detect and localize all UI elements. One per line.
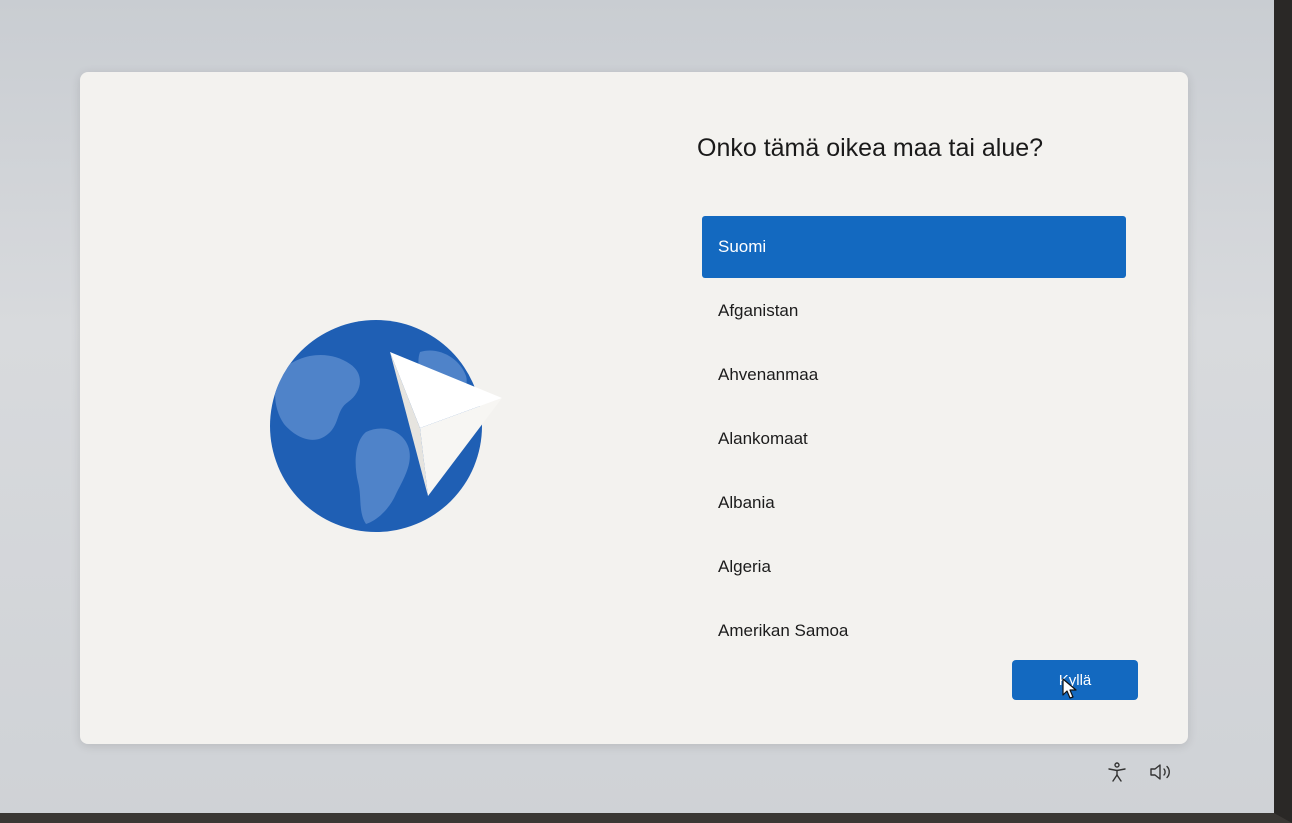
globe-with-paper-plane-icon <box>270 312 510 532</box>
country-item-afganistan[interactable]: Afganistan <box>702 280 1126 342</box>
country-list[interactable]: Suomi Afganistan Ahvenanmaa Alankomaat A… <box>702 216 1126 640</box>
country-item-ahvenanmaa[interactable]: Ahvenanmaa <box>702 344 1126 406</box>
page-title: Onko tämä oikea maa tai alue? <box>697 134 1044 162</box>
country-label: Amerikan Samoa <box>718 621 849 640</box>
accessibility-icon[interactable] <box>1106 760 1130 784</box>
country-label: Suomi <box>718 237 767 256</box>
setup-card: Onko tämä oikea maa tai alue? Suomi Afga… <box>80 72 1188 744</box>
country-item-albania[interactable]: Albania <box>702 472 1126 534</box>
country-item-algeria[interactable]: Algeria <box>702 536 1126 598</box>
country-label: Afganistan <box>718 301 799 320</box>
country-item-suomi[interactable]: Suomi <box>702 216 1126 278</box>
country-label: Albania <box>718 493 775 512</box>
mouse-pointer-icon <box>1062 678 1078 700</box>
country-item-amerikan-samoa[interactable]: Amerikan Samoa <box>702 600 1126 640</box>
country-label: Algeria <box>718 557 771 576</box>
volume-icon[interactable] <box>1148 760 1176 784</box>
country-label: Alankomaat <box>718 429 808 448</box>
country-label: Ahvenanmaa <box>718 365 819 384</box>
country-item-alankomaat[interactable]: Alankomaat <box>702 408 1126 470</box>
